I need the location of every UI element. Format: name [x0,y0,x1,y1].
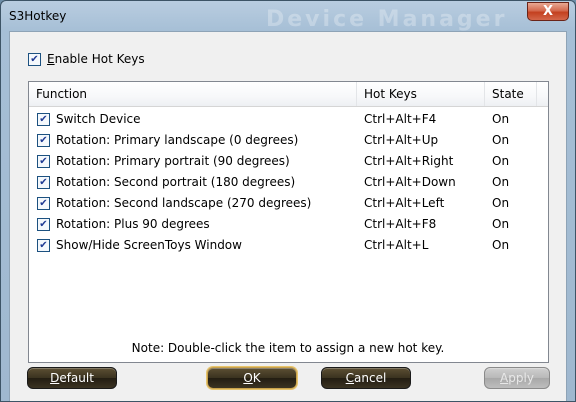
row-hotkey: Ctrl+Alt+Right [364,154,454,168]
checkmark-icon: ✔ [39,219,48,230]
row-checkbox[interactable]: ✔ [37,239,50,252]
row-hotkey: Ctrl+Alt+F4 [364,112,437,126]
row-function: Rotation: Primary landscape (0 degrees) [56,133,299,147]
close-button[interactable]: X [527,2,569,21]
row-function: Rotation: Second portrait (180 degrees) [56,175,296,189]
close-icon: X [542,4,554,19]
row-hotkey: Ctrl+Alt+Up [364,133,439,147]
checkmark-icon: ✔ [39,177,48,188]
enable-hot-keys-label: Enable Hot Keys [47,52,145,66]
row-checkbox[interactable]: ✔ [37,197,50,210]
row-state: On [492,175,510,189]
row-checkbox[interactable]: ✔ [37,155,50,168]
list-item[interactable]: ✔ Rotation: Primary landscape (0 degrees… [29,130,548,151]
row-function: Rotation: Second landscape (270 degrees) [56,196,312,210]
row-hotkey: Ctrl+Alt+Left [364,196,445,210]
row-state: On [492,217,510,231]
row-hotkey: Ctrl+Alt+L [364,238,429,252]
row-checkbox[interactable]: ✔ [37,134,50,147]
checkmark-icon: ✔ [39,135,48,146]
row-function: Switch Device [56,112,141,126]
list-item[interactable]: ✔ Rotation: Primary portrait (90 degrees… [29,151,548,172]
ok-button[interactable]: OK [207,367,297,389]
hint-note: Note: Double-click the item to assign a … [131,341,445,355]
row-hotkey: Ctrl+Alt+F8 [364,217,437,231]
row-state: On [492,112,510,126]
enable-hot-keys-checkbox[interactable]: ✔ Enable Hot Keys [28,52,145,66]
row-state: On [492,196,510,210]
row-state: On [492,238,510,252]
dialog-body: ✔ Enable Hot Keys Function Hot Keys Stat… [9,31,567,401]
row-function: Rotation: Plus 90 degrees [56,217,210,231]
checkmark-icon: ✔ [39,156,48,167]
s3hotkey-dialog: S3Hotkey Device Manager X ✔ Enable Hot K… [0,0,576,402]
row-hotkey: Ctrl+Alt+Down [364,175,456,189]
row-function: Rotation: Primary portrait (90 degrees) [56,154,290,168]
list-item[interactable]: ✔ Rotation: Second portrait (180 degrees… [29,172,548,193]
window-title: S3Hotkey [9,9,67,23]
apply-button[interactable]: Apply [484,367,550,389]
list-item[interactable]: ✔ Rotation: Second landscape (270 degree… [29,193,548,214]
row-state: On [492,154,510,168]
cancel-button[interactable]: Cancel [321,367,411,389]
column-header-state[interactable]: State [485,82,537,106]
list-header: Function Hot Keys State [29,82,548,107]
row-function: Show/Hide ScreenToys Window [56,238,242,252]
row-checkbox[interactable]: ✔ [37,218,50,231]
enable-checkbox-box[interactable]: ✔ [28,52,41,66]
checkmark-icon: ✔ [30,53,39,65]
hotkey-list[interactable]: Function Hot Keys State ✔ Switch Device … [28,81,549,363]
list-item[interactable]: ✔ Rotation: Plus 90 degrees Ctrl+Alt+F8 … [29,214,548,235]
title-bar[interactable]: S3Hotkey Device Manager X [1,1,575,32]
title-watermark: Device Manager [266,7,508,32]
checkmark-icon: ✔ [39,240,48,251]
row-checkbox[interactable]: ✔ [37,176,50,189]
list-rows: ✔ Switch Device Ctrl+Alt+F4 On ✔ Rotatio… [29,109,548,256]
list-item[interactable]: ✔ Show/Hide ScreenToys Window Ctrl+Alt+L… [29,235,548,256]
column-header-hot-keys[interactable]: Hot Keys [357,82,485,106]
row-checkbox[interactable]: ✔ [37,113,50,126]
checkmark-icon: ✔ [39,114,48,125]
column-header-function[interactable]: Function [29,82,357,106]
default-button[interactable]: Default [27,367,117,389]
checkmark-icon: ✔ [39,198,48,209]
row-state: On [492,133,510,147]
list-item[interactable]: ✔ Switch Device Ctrl+Alt+F4 On [29,109,548,130]
